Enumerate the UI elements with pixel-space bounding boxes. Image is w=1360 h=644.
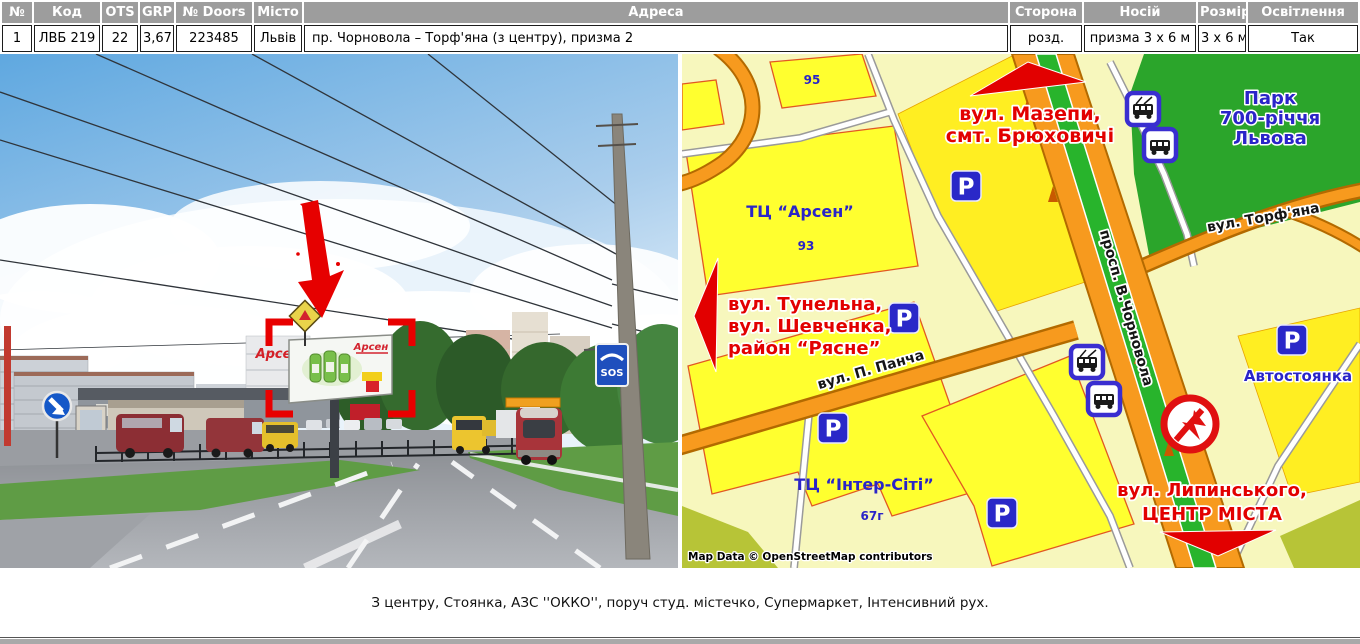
billboard-brand-text: Арсен bbox=[353, 342, 389, 353]
location-map: P bbox=[682, 54, 1360, 568]
parking-icon bbox=[951, 171, 981, 201]
tc-intercity-label: ТЦ “Інтер-Сіті” bbox=[794, 475, 934, 494]
billboard-info-table: № Код OTS GRP № Doors Місто Адреса Сторо… bbox=[0, 0, 1360, 54]
col-ots: OTS bbox=[102, 2, 138, 23]
col-lighting: Освітлення bbox=[1248, 2, 1358, 23]
trolleybus-stop-icon bbox=[1071, 346, 1103, 378]
col-side: Сторона bbox=[1010, 2, 1082, 23]
location-description: З центру, Стоянка, АЗС ''ОККО'', поруч с… bbox=[0, 568, 1360, 637]
sos-sign-text: SOS bbox=[601, 368, 624, 379]
avtostoyanka-label: Автостоянка bbox=[1244, 367, 1352, 385]
cell-side: розд. bbox=[1010, 25, 1082, 52]
cell-lighting: Так bbox=[1248, 25, 1358, 52]
billboard-bottles bbox=[310, 351, 350, 382]
media-row: Арсен bbox=[0, 54, 1360, 568]
cell-city: Львів bbox=[254, 25, 302, 52]
cell-size: 3 х 6 м bbox=[1198, 25, 1246, 52]
col-doors: № Doors bbox=[176, 2, 252, 23]
building-95-label: 95 bbox=[804, 73, 821, 87]
dir-north-label-2: смт. Брюховичі bbox=[946, 125, 1114, 147]
dir-south-label-1: вул. Липинського, bbox=[1117, 480, 1307, 501]
red-pole bbox=[4, 326, 11, 446]
cell-address: пр. Чорновола – Торф'яна (з центру), при… bbox=[304, 25, 1008, 52]
trolleybus-stop-icon bbox=[1127, 93, 1159, 125]
park-label-3: Львова bbox=[1233, 128, 1307, 149]
cell-num: 1 bbox=[2, 25, 32, 52]
dir-west-label-2: вул. Шевченка, bbox=[728, 316, 891, 337]
parking-icon bbox=[889, 303, 919, 333]
bus-stop-icon bbox=[1088, 383, 1120, 415]
dir-west-label-3: район “Рясне” bbox=[728, 338, 880, 359]
parking-icon bbox=[1277, 325, 1307, 355]
col-carrier: Носій bbox=[1084, 2, 1196, 23]
billboard-location-marker bbox=[1164, 398, 1216, 450]
parking-icon bbox=[987, 498, 1017, 528]
col-code: Код bbox=[34, 2, 100, 23]
tc-arsen-label: ТЦ “Арсен” bbox=[746, 202, 854, 221]
parking-icon bbox=[818, 413, 848, 443]
cell-carrier: призма 3 х 6 м bbox=[1084, 25, 1196, 52]
dir-west-label-1: вул. Тунельна, bbox=[728, 294, 882, 315]
park-label-1: Парк bbox=[1244, 88, 1296, 109]
table-header-row: № Код OTS GRP № Doors Місто Адреса Сторо… bbox=[2, 2, 1358, 23]
info-table-wrap: № Код OTS GRP № Doors Місто Адреса Сторо… bbox=[0, 0, 1360, 54]
dir-south-label-2: ЦЕНТР МІСТА bbox=[1142, 504, 1282, 525]
horizontal-scrollbar[interactable] bbox=[0, 637, 1360, 644]
cell-ots: 22 bbox=[102, 25, 138, 52]
billboard-listing-page: № Код OTS GRP № Doors Місто Адреса Сторо… bbox=[0, 0, 1360, 644]
yellow-bus bbox=[262, 422, 298, 452]
maroon-van bbox=[116, 414, 184, 458]
cell-doors: 223485 bbox=[176, 25, 252, 52]
col-size: Розмір bbox=[1198, 2, 1246, 23]
dir-north-label-1: вул. Мазепи, bbox=[959, 103, 1100, 125]
building-93-label: 93 bbox=[798, 239, 815, 253]
cell-grp: 3,67 bbox=[140, 25, 174, 52]
maroon-van-2 bbox=[206, 418, 264, 458]
table-row: 1 ЛВБ 219 22 3,67 223485 Львів пр. Чорно… bbox=[2, 25, 1358, 52]
bus-stop-icon bbox=[1144, 129, 1176, 161]
col-address: Адреса bbox=[304, 2, 1008, 23]
map-attribution: Map Data © OpenStreetMap contributors bbox=[688, 551, 933, 563]
col-grp: GRP bbox=[140, 2, 174, 23]
park-label-2: 700-річчя bbox=[1220, 108, 1320, 129]
col-num: № bbox=[2, 2, 32, 23]
building-67g-label: 67г bbox=[861, 509, 884, 523]
cell-code: ЛВБ 219 bbox=[34, 25, 100, 52]
street-photo: Арсен bbox=[0, 54, 678, 568]
col-city: Місто bbox=[254, 2, 302, 23]
